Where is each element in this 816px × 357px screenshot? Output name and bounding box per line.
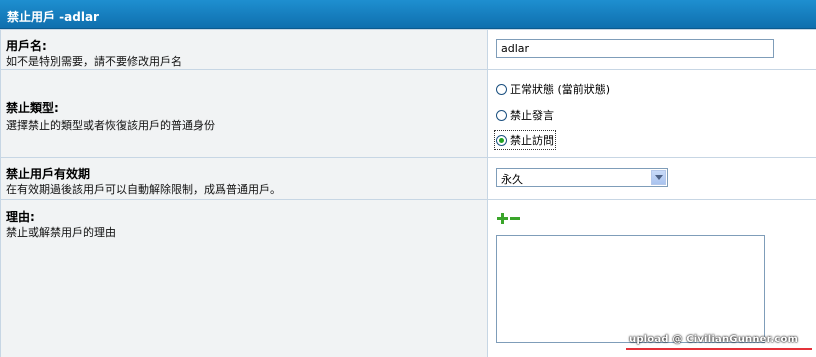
username-field-cell bbox=[488, 30, 816, 69]
chevron-down-icon[interactable] bbox=[651, 170, 666, 185]
reason-desc: 禁止或解禁用戶的理由 bbox=[6, 226, 116, 239]
radio-normal-button[interactable] bbox=[496, 83, 507, 95]
page-title: 禁止用戶 -adlar bbox=[7, 10, 99, 24]
textarea-resize-controls bbox=[497, 213, 520, 224]
radio-option-normal[interactable]: 正常狀態 (當前狀態) bbox=[496, 81, 610, 97]
radio-normal-label: 正常狀態 (當前狀態) bbox=[510, 83, 611, 96]
username-desc: 如不是特別需要，請不要修改用戶名 bbox=[6, 55, 182, 68]
reason-label-cell: 理由: 禁止或解禁用戶的理由 bbox=[0, 200, 488, 357]
username-row: 用戶名: 如不是特別需要，請不要修改用戶名 bbox=[0, 29, 816, 69]
minus-icon[interactable] bbox=[510, 217, 520, 220]
radio-option-no-access[interactable]: 禁止訪問 bbox=[494, 130, 556, 150]
expiry-desc: 在有效期過後該用戶可以自動解除限制，成爲普通用戶。 bbox=[6, 183, 281, 196]
ban-type-label: 禁止類型: bbox=[6, 101, 59, 115]
radio-no-post-label: 禁止發言 bbox=[510, 109, 554, 122]
expiry-label-cell: 禁止用戶有效期 在有效期過後該用戶可以自動解除限制，成爲普通用戶。 bbox=[0, 158, 488, 199]
username-label-cell: 用戶名: 如不是特別需要，請不要修改用戶名 bbox=[0, 30, 488, 69]
expiry-select-value: 永久 bbox=[501, 173, 523, 186]
radio-no-access-button[interactable] bbox=[496, 134, 507, 146]
expiry-field-cell: 永久 bbox=[488, 158, 816, 199]
radio-no-access-label: 禁止訪問 bbox=[510, 134, 554, 147]
radio-no-post-button[interactable] bbox=[496, 109, 507, 121]
reason-label: 理由: bbox=[6, 210, 35, 224]
plus-icon[interactable] bbox=[497, 213, 508, 224]
reason-textarea[interactable] bbox=[496, 235, 765, 343]
ban-type-desc: 選擇禁止的類型或者恢復該用戶的普通身份 bbox=[6, 119, 215, 132]
expiry-row: 禁止用戶有效期 在有效期過後該用戶可以自動解除限制，成爲普通用戶。 永久 bbox=[0, 157, 816, 199]
username-input[interactable] bbox=[496, 39, 774, 58]
radio-option-no-post[interactable]: 禁止發言 bbox=[496, 107, 554, 123]
watermark-underline bbox=[626, 348, 812, 350]
username-label: 用戶名: bbox=[6, 39, 47, 53]
ban-type-row: 禁止類型: 選擇禁止的類型或者恢復該用戶的普通身份 正常狀態 (當前狀態) 禁止… bbox=[0, 69, 816, 157]
ban-type-options-cell: 正常狀態 (當前狀態) 禁止發言 禁止訪問 bbox=[488, 70, 816, 157]
page-header: 禁止用戶 -adlar bbox=[0, 0, 816, 29]
expiry-select[interactable]: 永久 bbox=[496, 168, 668, 187]
ban-type-label-cell: 禁止類型: 選擇禁止的類型或者恢復該用戶的普通身份 bbox=[0, 70, 488, 157]
expiry-label: 禁止用戶有效期 bbox=[6, 167, 91, 181]
watermark-text: upload @ CivilianGunner.com bbox=[629, 334, 799, 345]
